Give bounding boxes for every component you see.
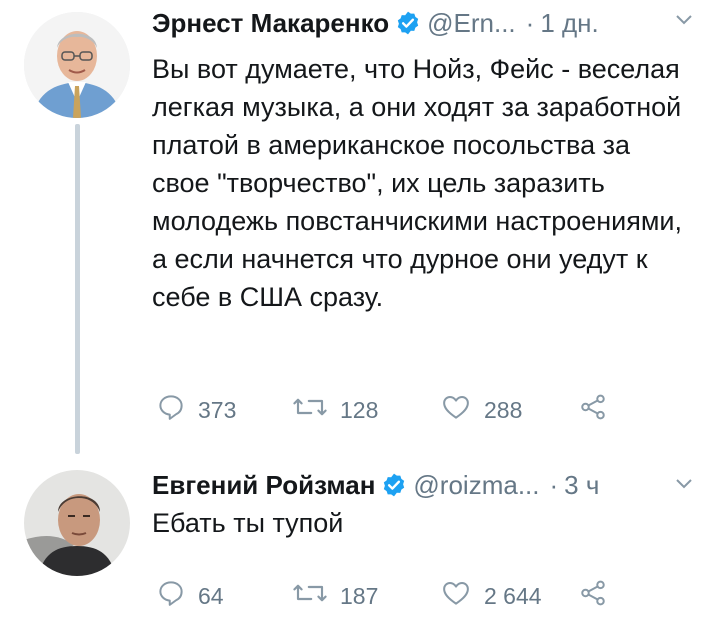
tweet-text: Ебать ты тупой <box>152 508 344 538</box>
retweet-icon <box>292 578 340 614</box>
separator-dot: · <box>549 469 559 500</box>
heart-icon <box>440 392 484 428</box>
reply-count: 64 <box>198 582 224 609</box>
chevron-down-icon[interactable] <box>674 10 694 35</box>
tweet-header: Евгений Ройзман @roizma... · 3 ч <box>152 468 599 502</box>
verified-badge-icon <box>381 472 407 498</box>
tweet[interactable]: Эрнест Макаренко @Ern... · 1 дн. Вы вот … <box>0 0 720 454</box>
share-icon <box>578 578 620 614</box>
avatar-image <box>24 12 130 118</box>
tweet-header: Эрнест Макаренко @Ern... · 1 дн. <box>152 6 599 40</box>
thread-connector-line <box>75 124 80 454</box>
like-button[interactable]: 2 644 <box>440 576 542 616</box>
heart-icon <box>440 578 484 614</box>
tweet-text: Вы вот думаете, что Нойз, Фейс - веселая… <box>152 54 683 312</box>
author-handle[interactable]: @Ern... <box>427 8 516 39</box>
tweet-actions: 373 128 288 <box>152 390 672 430</box>
like-count: 2 644 <box>484 582 542 609</box>
author-avatar[interactable] <box>24 12 130 118</box>
chevron-down-icon[interactable] <box>674 474 694 499</box>
separator-dot: · <box>525 7 535 38</box>
retweet-icon <box>292 392 340 428</box>
like-count: 288 <box>484 396 523 423</box>
verified-badge-icon <box>395 10 421 36</box>
reply-button[interactable]: 64 <box>156 576 224 616</box>
retweet-button[interactable]: 187 <box>292 576 378 616</box>
reply-button[interactable]: 373 <box>156 390 236 430</box>
tweet-actions: 64 187 2 644 <box>152 576 672 616</box>
retweet-count: 187 <box>340 582 379 609</box>
author-name[interactable]: Эрнест Макаренко <box>152 8 389 39</box>
retweet-count: 128 <box>340 396 379 423</box>
like-button[interactable]: 288 <box>440 390 522 430</box>
tweet-timestamp[interactable]: 3 ч <box>564 470 599 501</box>
avatar-image <box>24 470 130 576</box>
share-button[interactable] <box>578 390 620 430</box>
tweet-timestamp[interactable]: 1 дн. <box>540 8 598 39</box>
reply-count: 373 <box>198 396 237 423</box>
share-button[interactable] <box>578 576 620 616</box>
share-icon <box>578 392 620 428</box>
retweet-button[interactable]: 128 <box>292 390 378 430</box>
author-avatar[interactable] <box>24 470 130 576</box>
reply-icon <box>156 578 198 614</box>
author-name[interactable]: Евгений Ройзман <box>152 470 375 501</box>
reply-icon <box>156 392 198 428</box>
author-handle[interactable]: @roizma... <box>413 470 539 501</box>
